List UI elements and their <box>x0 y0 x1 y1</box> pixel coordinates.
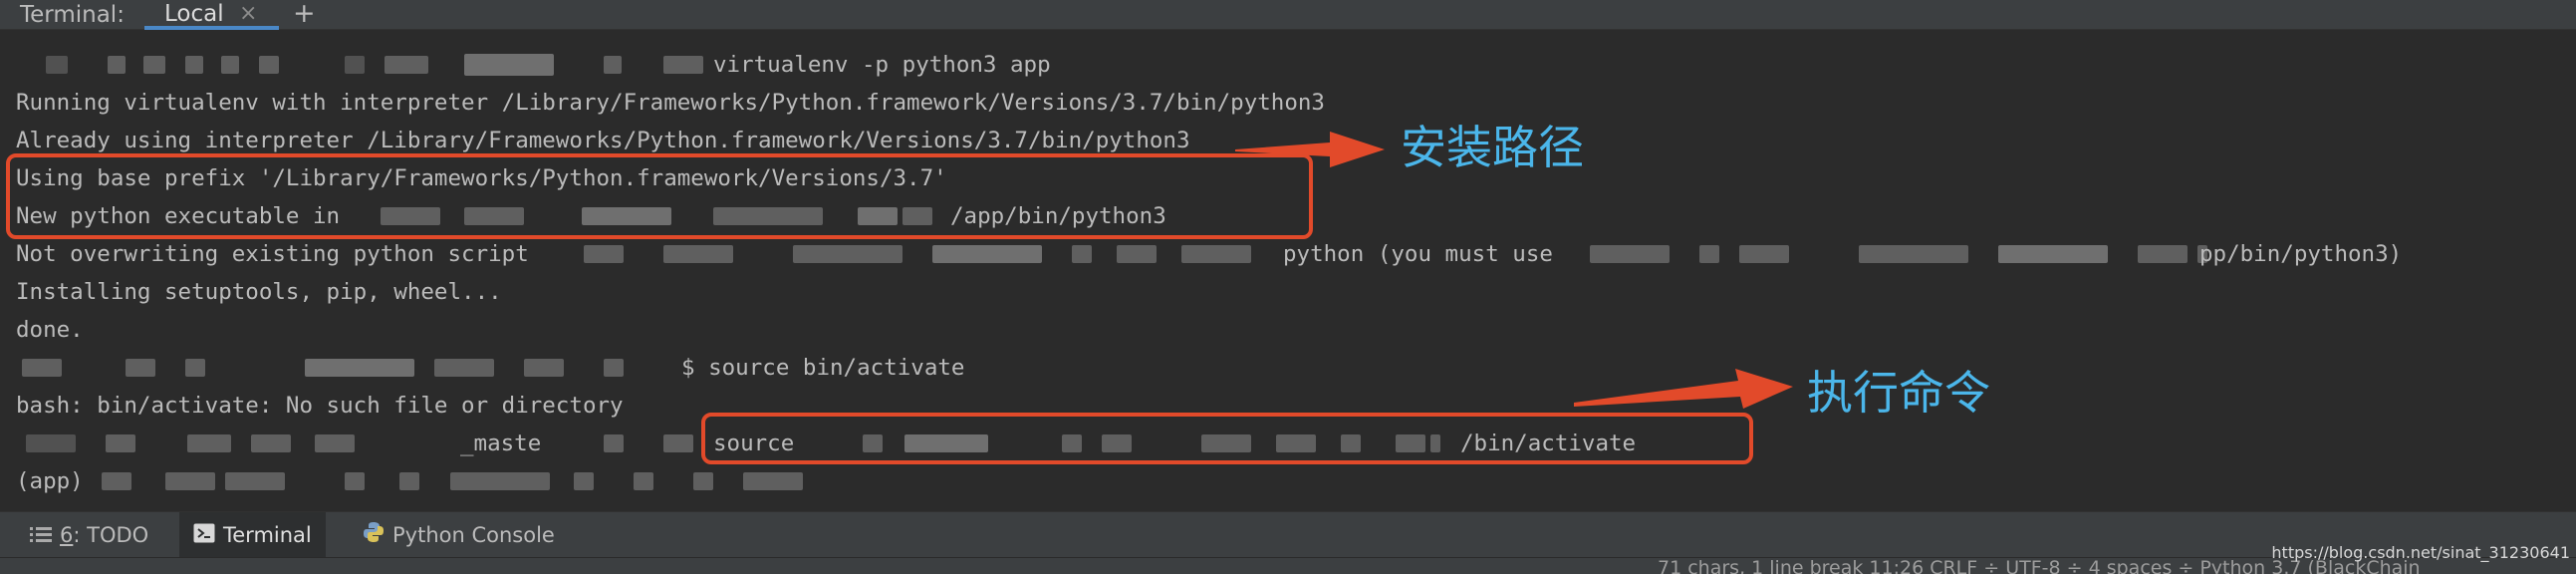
list-icon <box>30 513 52 559</box>
tool-window-bar: 6: TODO Terminal Python Console <box>0 511 2576 558</box>
python-icon <box>363 513 385 559</box>
tool-todo[interactable]: 6: TODO <box>30 512 148 558</box>
arrow-icon <box>1574 369 1793 409</box>
tool-terminal[interactable]: Terminal <box>179 512 326 558</box>
watermark: https://blog.csdn.net/sinat_31230641 <box>2271 543 2570 562</box>
tool-python-console[interactable]: Python Console <box>363 512 555 558</box>
status-bar: 71 chars, 1 line break 11:26 CRLF ÷ UTF-… <box>0 557 2576 574</box>
terminal-icon <box>193 513 215 559</box>
install-path-label: 安装路径 <box>1401 121 1584 174</box>
run-command-label: 执行命令 <box>1807 366 1990 420</box>
arrow-icon <box>1235 132 1385 167</box>
annotation-arrows <box>1235 132 1793 409</box>
